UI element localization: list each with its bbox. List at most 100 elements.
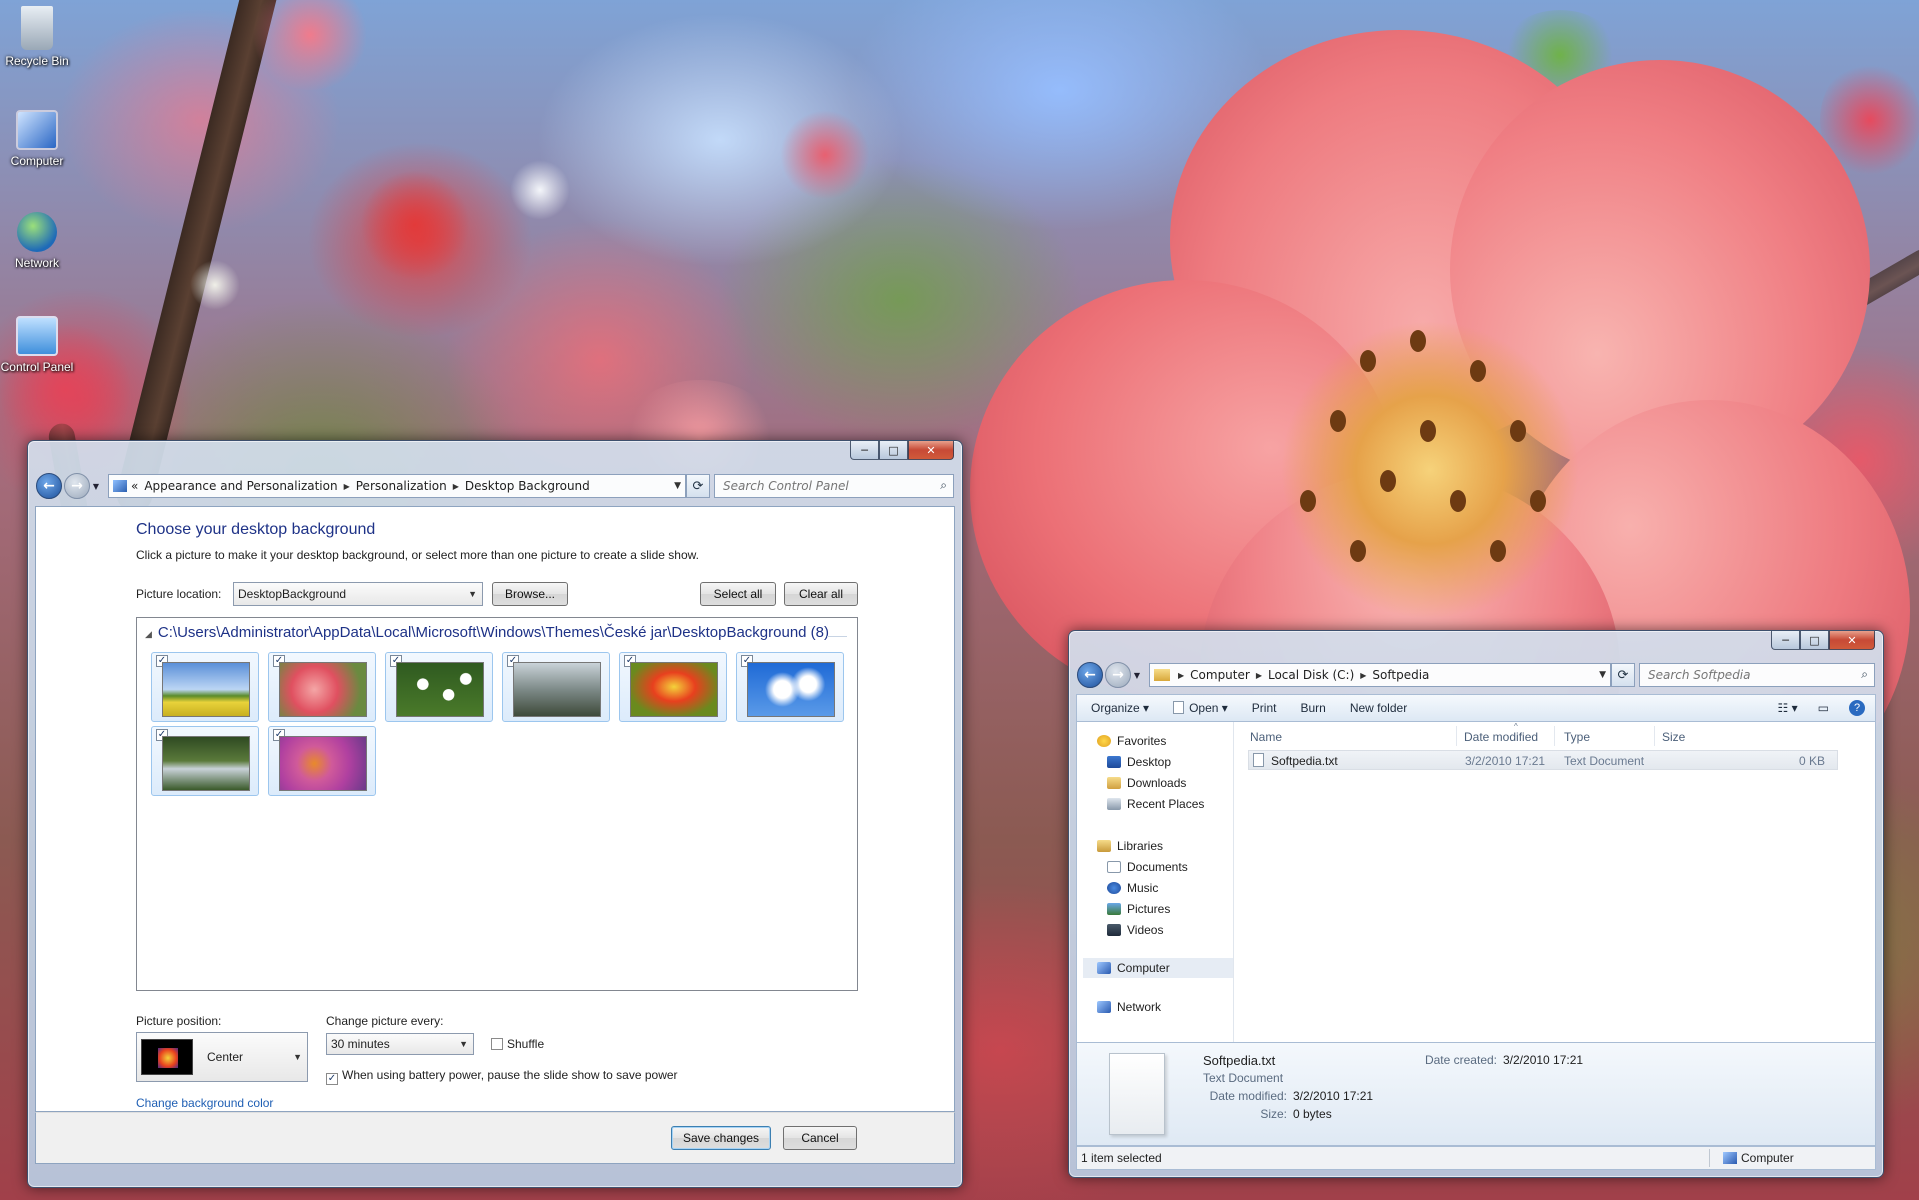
breadcrumb-arrow-icon[interactable]: ▶ [1178, 671, 1184, 680]
address-bar[interactable]: « Appearance and Personalization ▶ Person… [108, 474, 686, 498]
navigation-pane: Favorites Desktop Downloads Recent Place… [1076, 722, 1234, 1042]
change-picture-value: 30 minutes [331, 1037, 390, 1051]
nav-videos[interactable]: Videos [1107, 923, 1163, 937]
nav-favorites[interactable]: Favorites [1097, 734, 1166, 748]
wallpaper-thumbnail-7[interactable]: ✓ [151, 726, 259, 796]
collapse-triangle-icon[interactable]: ◢ [145, 629, 152, 639]
shuffle-option[interactable]: Shuffle [491, 1037, 544, 1051]
gallery-group-header[interactable]: ◢ C:\Users\Administrator\AppData\Local\Mi… [145, 624, 829, 641]
column-header-type[interactable]: Type [1564, 730, 1590, 744]
nav-computer[interactable]: Computer [1083, 958, 1233, 978]
close-button[interactable]: ✕ [1829, 631, 1875, 650]
wallpaper-thumbnail-1[interactable]: ✓ [151, 652, 259, 722]
breadcrumb-arrow-icon[interactable]: ▶ [344, 482, 350, 491]
save-changes-button[interactable]: Save changes [671, 1126, 771, 1150]
back-button[interactable]: ← [1077, 662, 1103, 688]
picture-gallery[interactable]: ◢ C:\Users\Administrator\AppData\Local\Mi… [136, 617, 858, 991]
control-panel-window[interactable]: ─ □ ✕ ← → ▼ « Appearance and Personaliza… [27, 440, 963, 1188]
breadcrumb-item[interactable]: Appearance and Personalization [144, 479, 337, 493]
address-dropdown-icon[interactable]: ▼ [1599, 670, 1606, 680]
clear-all-button[interactable]: Clear all [784, 582, 858, 606]
search-icon[interactable]: ⌕ [940, 478, 947, 493]
search-input[interactable] [1646, 667, 1868, 683]
column-header-size[interactable]: Size [1662, 730, 1685, 744]
search-box[interactable]: ⌕ [1639, 663, 1875, 687]
shuffle-checkbox[interactable] [491, 1038, 503, 1050]
minimize-button[interactable]: ─ [1771, 631, 1800, 650]
breadcrumb-item[interactable]: Desktop Background [465, 479, 590, 493]
refresh-button[interactable]: ⟳ [686, 474, 710, 498]
file-list[interactable]: Name ^ Date modified Type Size Softpedia… [1234, 722, 1876, 1042]
close-button[interactable]: ✕ [908, 441, 954, 460]
column-header-name[interactable]: Name [1250, 730, 1282, 744]
breadcrumb-item[interactable]: Softpedia [1372, 668, 1429, 682]
nav-pictures[interactable]: Pictures [1107, 902, 1170, 916]
breadcrumb-overflow-icon[interactable]: « [131, 479, 138, 493]
print-button[interactable]: Print [1252, 701, 1277, 715]
preview-pane-icon[interactable]: ▭ [1818, 701, 1829, 715]
details-created-value: 3/2/2010 17:21 [1503, 1053, 1584, 1067]
cancel-button[interactable]: Cancel [783, 1126, 857, 1150]
battery-label: When using battery power, pause the slid… [342, 1068, 678, 1082]
search-icon[interactable]: ⌕ [1861, 667, 1868, 682]
nav-desktop[interactable]: Desktop [1107, 755, 1171, 769]
maximize-button[interactable]: □ [1800, 631, 1829, 650]
select-all-button[interactable]: Select all [700, 582, 776, 606]
column-divider[interactable] [1456, 726, 1457, 746]
computer-icon [1097, 962, 1111, 974]
battery-checkbox[interactable]: ✓ [326, 1073, 338, 1085]
desktop-icon-control-panel[interactable]: Control Panel [0, 316, 74, 374]
wallpaper-thumbnail-3[interactable]: ✓ [385, 652, 493, 722]
maximize-button[interactable]: □ [879, 441, 908, 460]
view-options-icon[interactable]: ☷ ▾ [1778, 701, 1798, 715]
documents-icon [1107, 861, 1121, 873]
recent-pages-dropdown[interactable]: ▼ [1131, 671, 1143, 680]
refresh-button[interactable]: ⟳ [1611, 663, 1635, 687]
nav-documents[interactable]: Documents [1107, 860, 1188, 874]
address-dropdown-icon[interactable]: ▼ [674, 481, 681, 491]
desktop-icon-computer[interactable]: Computer [0, 110, 74, 168]
change-picture-select[interactable]: 30 minutes ▼ [326, 1033, 474, 1055]
nav-recent-places[interactable]: Recent Places [1107, 797, 1204, 811]
breadcrumb-arrow-icon[interactable]: ▶ [1256, 671, 1262, 680]
breadcrumb-item[interactable]: Personalization [356, 479, 447, 493]
back-button[interactable]: ← [36, 473, 62, 499]
search-box[interactable]: ⌕ [714, 474, 954, 498]
explorer-window[interactable]: ─ □ ✕ ← → ▼ ▶ Computer ▶ Local Disk (C:) ▶… [1068, 630, 1884, 1178]
column-divider[interactable] [1554, 726, 1555, 746]
wallpaper-thumbnail-6[interactable]: ✓ [736, 652, 844, 722]
recent-pages-dropdown[interactable]: ▼ [90, 482, 102, 491]
picture-location-select[interactable]: DesktopBackground ▼ [233, 582, 483, 606]
organize-menu[interactable]: Organize ▾ [1091, 701, 1149, 715]
help-icon[interactable]: ? [1849, 700, 1865, 716]
battery-option[interactable]: ✓ When using battery power, pause the sli… [326, 1068, 678, 1085]
wallpaper-thumbnail-8[interactable]: ✓ [268, 726, 376, 796]
search-input[interactable] [721, 478, 947, 494]
new-folder-button[interactable]: New folder [1350, 701, 1407, 715]
breadcrumb-item[interactable]: Local Disk (C:) [1268, 668, 1354, 682]
breadcrumb-item[interactable]: Computer [1190, 668, 1250, 682]
table-row[interactable]: Softpedia.txt 3/2/2010 17:21 Text Docume… [1248, 750, 1838, 770]
address-bar[interactable]: ▶ Computer ▶ Local Disk (C:) ▶ Softpedia ▼ [1149, 663, 1611, 687]
desktop-icon-recycle-bin[interactable]: Recycle Bin [0, 6, 74, 68]
wallpaper-thumbnail-2[interactable]: ✓ [268, 652, 376, 722]
open-menu[interactable]: Open ▾ [1173, 701, 1228, 715]
breadcrumb-arrow-icon[interactable]: ▶ [1360, 671, 1366, 680]
wallpaper-thumbnail-5[interactable]: ✓ [619, 652, 727, 722]
change-background-color-link[interactable]: Change background color [136, 1096, 273, 1110]
picture-position-select[interactable]: Center ▼ [136, 1032, 308, 1082]
minimize-button[interactable]: ─ [850, 441, 879, 460]
nav-network[interactable]: Network [1097, 1000, 1161, 1014]
nav-libraries[interactable]: Libraries [1097, 839, 1163, 853]
nav-music[interactable]: Music [1107, 881, 1158, 895]
burn-button[interactable]: Burn [1300, 701, 1325, 715]
nav-downloads[interactable]: Downloads [1107, 776, 1186, 790]
forward-button[interactable]: → [1105, 662, 1131, 688]
wallpaper-thumbnail-4[interactable]: ✓ [502, 652, 610, 722]
forward-button[interactable]: → [64, 473, 90, 499]
column-header-date[interactable]: Date modified [1464, 730, 1538, 744]
desktop-icon-network[interactable]: Network [0, 212, 74, 270]
browse-button[interactable]: Browse... [492, 582, 568, 606]
column-divider[interactable] [1654, 726, 1655, 746]
breadcrumb-arrow-icon[interactable]: ▶ [453, 482, 459, 491]
